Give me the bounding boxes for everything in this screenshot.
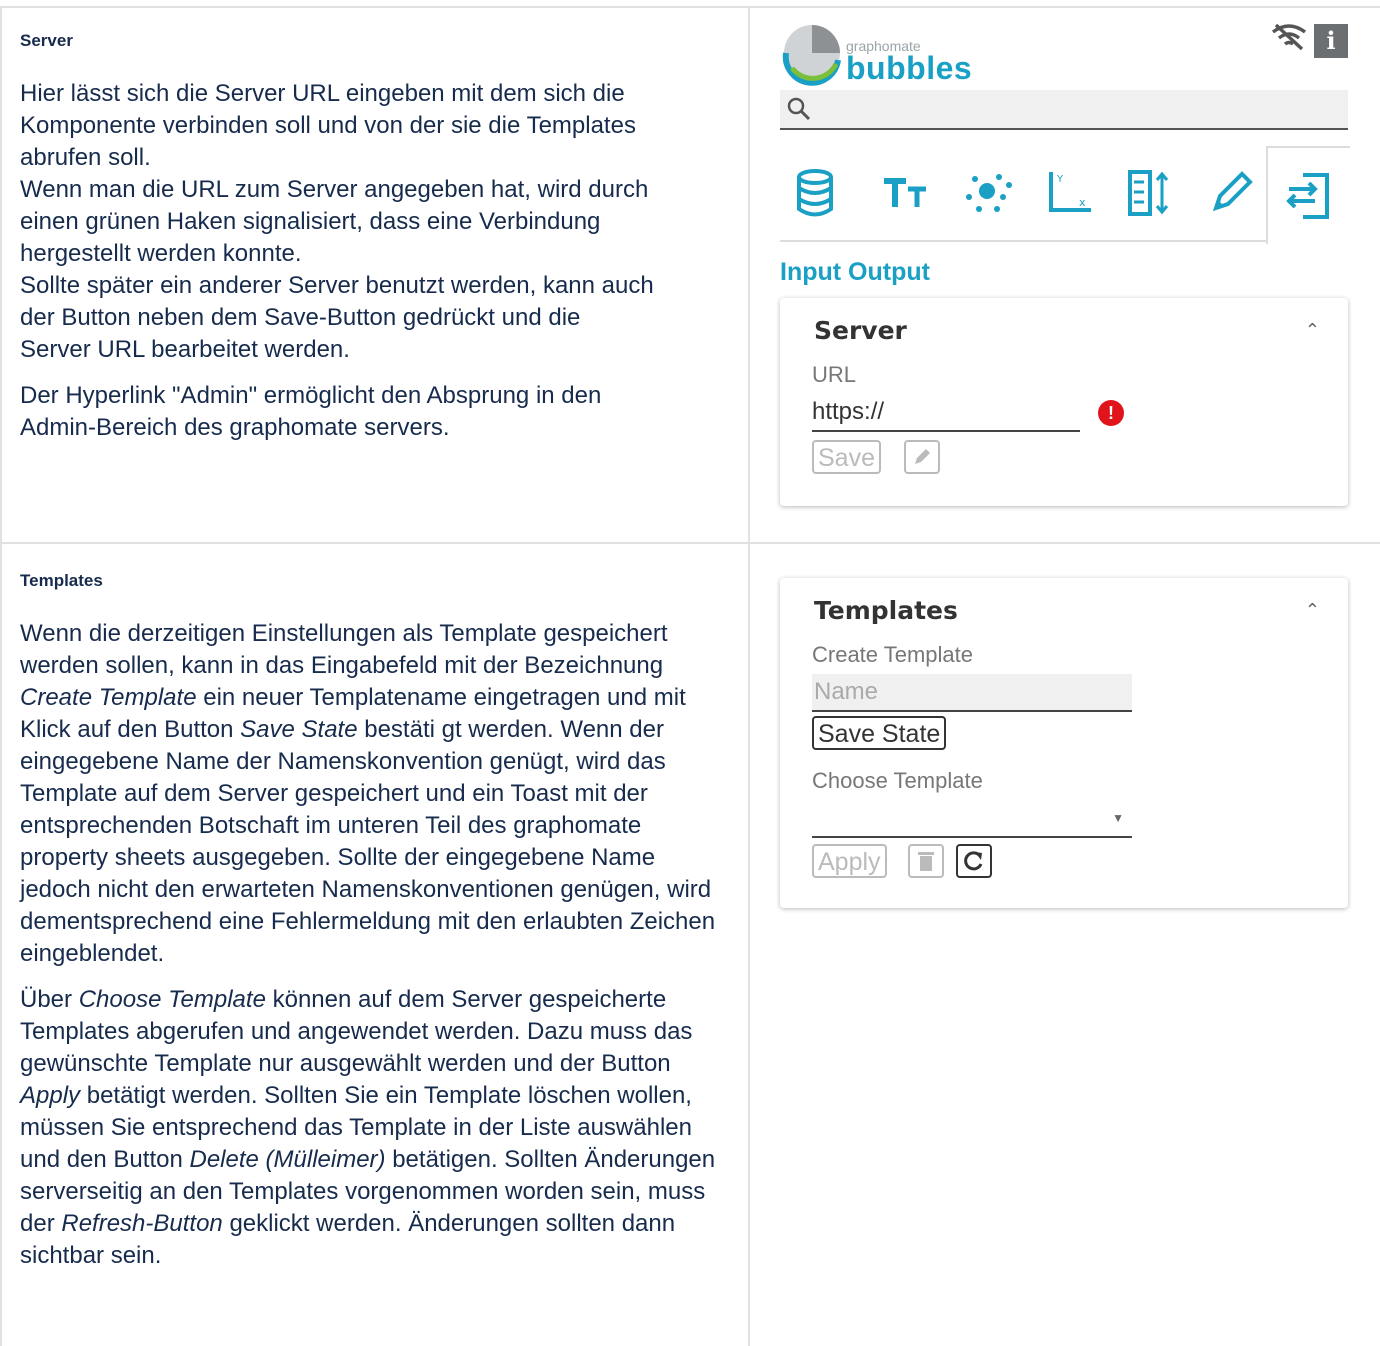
delete-button[interactable] <box>908 844 944 878</box>
edit-button[interactable] <box>904 440 940 474</box>
server-paragraph-1: Hier lässt sich die Server URL eingeben … <box>20 80 654 363</box>
pencil-icon <box>1212 171 1253 212</box>
trash-icon <box>918 852 934 871</box>
tab-axis[interactable]: Y x <box>1034 146 1104 240</box>
table-row-divider <box>0 542 1380 544</box>
tab-text[interactable] <box>870 146 940 240</box>
scatter-icon <box>966 174 1012 212</box>
svg-text:x: x <box>1079 196 1086 209</box>
text-size-icon <box>884 178 926 207</box>
axis-icon: Y x <box>1049 172 1091 212</box>
input-output-icon <box>1286 173 1329 219</box>
templates-heading: Templates <box>20 571 103 590</box>
table-border-top <box>0 6 1380 8</box>
refresh-icon <box>964 851 983 871</box>
search-input[interactable] <box>780 90 1348 130</box>
choose-template-select[interactable]: ▼ <box>812 800 1132 838</box>
url-label: URL <box>812 362 857 387</box>
server-card: Server ⌃ URL https:// ! Save <box>780 298 1348 506</box>
server-card-title: Server <box>814 316 907 345</box>
templates-paragraph-1: Wenn die derzeitigen Einstellungen als T… <box>20 620 716 967</box>
create-template-label: Create Template <box>812 642 974 667</box>
choose-template-label: Choose Template <box>812 768 983 793</box>
templates-card: Templates ⌃ Create Template Name Save St… <box>780 578 1348 908</box>
save-state-button[interactable]: Save State <box>812 716 947 750</box>
templates-description: Templates Wenn die derzeitigen Einstellu… <box>20 570 732 1272</box>
tab-design[interactable] <box>1196 146 1266 240</box>
error-icon: ! <box>1098 400 1124 426</box>
table-border-left <box>0 6 2 1346</box>
search-icon <box>787 97 811 121</box>
server-description: Server Hier lässt sich die Server URL ei… <box>20 30 732 458</box>
templates-card-title: Templates <box>814 596 958 625</box>
section-title: Input Output <box>780 258 930 286</box>
logo-product-text: bubbles <box>846 50 973 86</box>
svg-text:Y: Y <box>1056 174 1064 185</box>
info-button[interactable]: i <box>1314 24 1348 58</box>
dropdown-arrow-icon: ▼ <box>1112 811 1124 825</box>
refresh-button[interactable] <box>956 844 992 878</box>
template-name-input[interactable]: Name <box>812 674 1132 712</box>
templates-paragraph-2: Über Choose Template können auf dem Serv… <box>20 986 716 1269</box>
tab-columns[interactable] <box>1114 146 1184 240</box>
tab-input-output[interactable] <box>1266 146 1350 244</box>
chevron-up-icon[interactable]: ⌃ <box>1305 600 1320 621</box>
tab-bubbles[interactable] <box>952 146 1022 240</box>
url-input[interactable]: https:// <box>812 394 1080 432</box>
apply-button[interactable]: Apply <box>812 844 887 878</box>
database-icon <box>797 169 833 217</box>
property-tabs: Y x <box>780 146 1348 242</box>
server-paragraph-2: Der Hyperlink "Admin" ermöglicht den Abs… <box>20 382 602 441</box>
server-heading: Server <box>20 31 73 50</box>
pencil-icon <box>915 449 930 464</box>
wifi-off-icon[interactable] <box>1270 22 1308 52</box>
chevron-up-icon[interactable]: ⌃ <box>1305 320 1320 341</box>
save-button[interactable]: Save <box>812 440 881 474</box>
table-column-divider <box>748 6 750 1346</box>
tab-data[interactable] <box>780 146 850 240</box>
columns-sort-icon <box>1128 170 1169 216</box>
